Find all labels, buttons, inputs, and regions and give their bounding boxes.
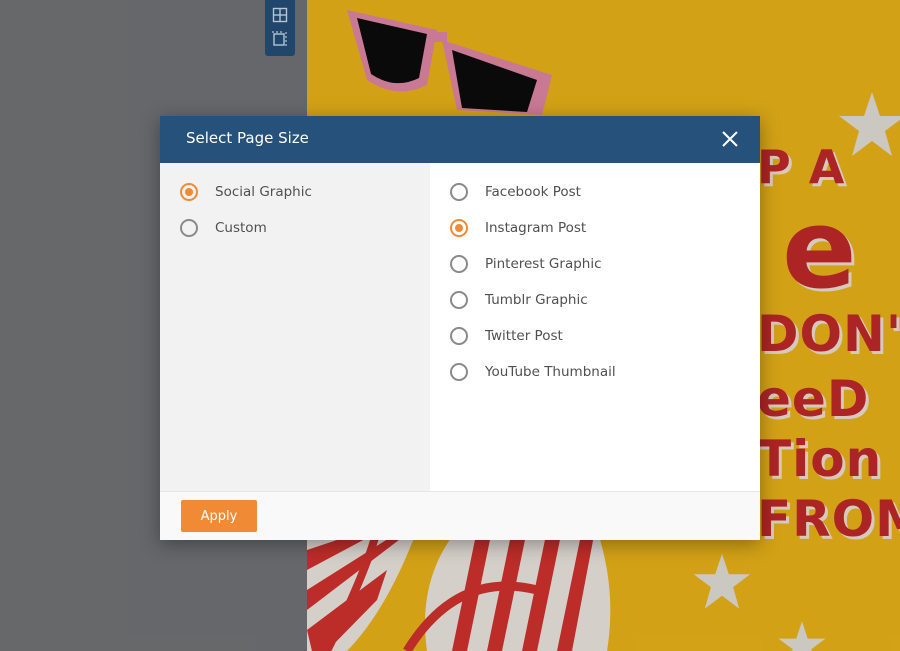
select-page-size-dialog: Select Page Size Social Graphic Custom F… [160, 116, 760, 540]
radio-button[interactable] [450, 255, 468, 273]
option-label: Tumblr Graphic [485, 292, 588, 308]
size-list: Facebook Post Instagram Post Pinterest G… [430, 163, 760, 491]
option-label: Twitter Post [485, 328, 563, 344]
close-button[interactable] [718, 127, 742, 151]
close-icon [722, 131, 738, 147]
radio-button[interactable] [180, 219, 198, 237]
category-option-social-graphic[interactable]: Social Graphic [180, 180, 312, 204]
option-label: YouTube Thumbnail [485, 364, 616, 380]
size-option-pinterest-graphic[interactable]: Pinterest Graphic [450, 252, 602, 276]
option-label: Facebook Post [485, 184, 581, 200]
size-option-facebook-post[interactable]: Facebook Post [450, 180, 581, 204]
radio-button[interactable] [450, 183, 468, 201]
radio-button[interactable] [450, 363, 468, 381]
size-option-twitter-post[interactable]: Twitter Post [450, 324, 563, 348]
category-list: Social Graphic Custom [160, 163, 430, 491]
radio-button[interactable] [450, 291, 468, 309]
option-label: Instagram Post [485, 220, 587, 236]
option-label: Custom [215, 220, 267, 236]
radio-button[interactable] [450, 219, 468, 237]
size-option-youtube-thumbnail[interactable]: YouTube Thumbnail [450, 360, 616, 384]
option-label: Social Graphic [215, 184, 312, 200]
category-option-custom[interactable]: Custom [180, 216, 267, 240]
dialog-footer: Apply [160, 491, 760, 540]
size-option-tumblr-graphic[interactable]: Tumblr Graphic [450, 288, 588, 312]
size-option-instagram-post[interactable]: Instagram Post [450, 216, 586, 240]
dialog-header: Select Page Size [160, 116, 760, 163]
radio-button[interactable] [450, 327, 468, 345]
radio-button[interactable] [180, 183, 198, 201]
apply-button[interactable]: Apply [181, 500, 257, 532]
option-label: Pinterest Graphic [485, 256, 602, 272]
dialog-title: Select Page Size [186, 129, 309, 147]
